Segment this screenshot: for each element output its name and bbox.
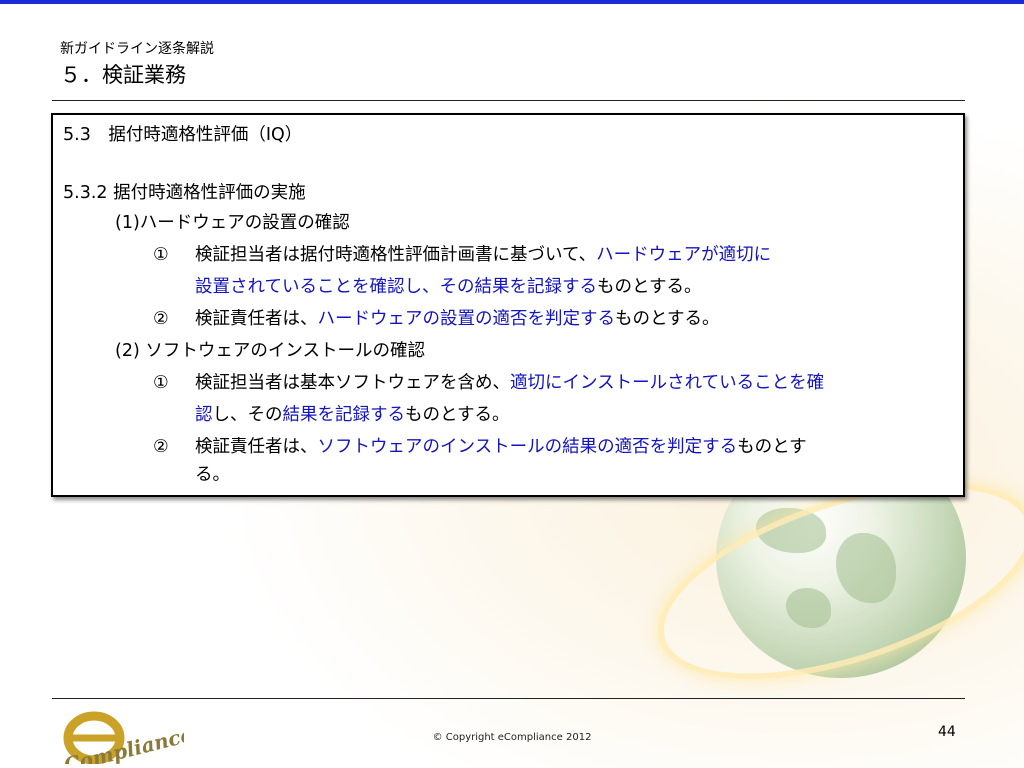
- slide-subtitle: 新ガイドライン逐条解説: [60, 41, 214, 57]
- item1-point1-highlight: ハードウェアが適切に: [596, 245, 772, 265]
- item1-point2: ② 検証責任者は、ハードウェアの設置の適否を判定するものとする。: [153, 307, 719, 331]
- item1-point2-marker: ②: [153, 309, 169, 329]
- subsection-heading: 5.3.2 据付時適格性評価の実施: [63, 183, 306, 203]
- copyright-text: © Copyright eCompliance 2012: [432, 732, 592, 743]
- item2-point1-highlight-cont: 認: [195, 405, 213, 425]
- item1-point1-ending: ものとする。: [596, 277, 702, 297]
- item2-point1-line1: ① 検証担当者は基本ソフトウェアを含め、適切にインストールされていることを確: [153, 371, 824, 395]
- header-divider: [52, 100, 965, 101]
- item1-point1-line1: ① 検証担当者は据付時適格性評価計画書に基づいて、ハードウェアが適切に: [153, 243, 771, 267]
- item1-heading: (1)ハードウェアの設置の確認: [115, 213, 350, 233]
- item1-point1-line2: 設置されていることを確認し、その結果を記録するものとする。: [195, 275, 701, 299]
- footer-divider: [52, 698, 965, 699]
- item2-point2-highlight: ソフトウェアのインストールの結果の適否を判定する: [317, 437, 738, 457]
- item1-point2-highlight: ハードウェアの設置の適否を判定する: [317, 309, 616, 329]
- content-box: 5.3 据付時適格性評価（IQ） 5.3.2 据付時適格性評価の実施 (1)ハー…: [51, 113, 965, 497]
- item1-point1-marker: ①: [153, 245, 169, 265]
- page-number: 44: [938, 724, 956, 740]
- item2-point2-marker: ②: [153, 437, 169, 457]
- item2-point1-ending: ものとする。: [405, 405, 510, 425]
- item2-point2-text: 検証責任者は、: [195, 437, 318, 457]
- item1-point2-ending: ものとする。: [615, 309, 720, 329]
- item2-point2-line2: る。: [195, 465, 230, 485]
- top-accent-rule: [0, 0, 1024, 4]
- item1-point2-text: 検証責任者は、: [195, 309, 318, 329]
- item2-point1-text: 検証担当者は基本ソフトウェアを含め、: [195, 373, 510, 393]
- logo-text: Compliance: [61, 722, 184, 764]
- item2-heading: (2) ソフトウェアのインストールの確認: [115, 341, 426, 361]
- item2-point1-line2: 認し、その結果を記録するものとする。: [195, 403, 509, 427]
- item2-point1-mid: し、その: [212, 405, 283, 425]
- item2-point2-ending: ものとす: [737, 437, 807, 457]
- item2-point1-marker: ①: [153, 373, 169, 393]
- item2-point1-highlight-b: 結果を記録する: [282, 405, 406, 425]
- section-heading: 5.3 据付時適格性評価（IQ）: [63, 125, 303, 145]
- item1-point1-text: 検証担当者は据付時適格性評価計画書に基づいて、: [195, 245, 597, 265]
- item2-point2-line1: ② 検証責任者は、ソフトウェアのインストールの結果の適否を判定するものとす: [153, 435, 807, 459]
- item2-point1-highlight: 適切にインストールされていることを確: [510, 373, 825, 393]
- slide-title: ５．検証業務: [60, 63, 186, 87]
- item1-point1-highlight-cont: 設置されていることを確認し、その結果を記録する: [195, 277, 597, 297]
